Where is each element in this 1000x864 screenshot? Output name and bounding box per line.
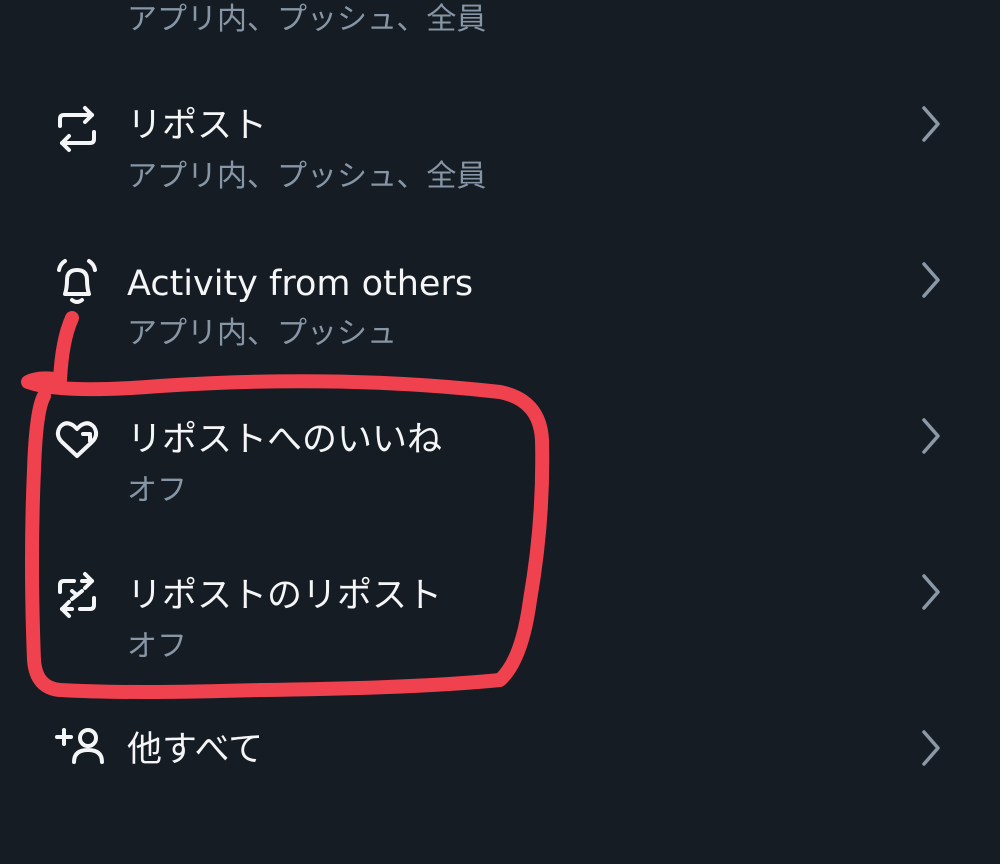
row-subtitle: アプリ内、プッシュ	[127, 316, 397, 351]
chevron-right-icon	[912, 726, 948, 770]
row-subtitle: アプリ内、プッシュ、全員	[127, 159, 487, 194]
row-title: リポスト	[127, 106, 268, 146]
row-subtitle: オフ	[127, 473, 187, 508]
person-plus-icon	[50, 726, 104, 780]
repost-icon	[50, 102, 104, 156]
row-subtitle: オフ	[127, 629, 187, 664]
bell-ringing-icon	[50, 256, 104, 310]
row-title: リポストのリポスト	[127, 576, 443, 616]
heart-repost-icon	[50, 412, 104, 466]
chevron-right-icon	[912, 102, 948, 146]
chevron-right-icon	[912, 258, 948, 302]
chevron-right-icon	[912, 570, 948, 614]
notification-row-reposts-of-reposts[interactable]: リポストのリポスト オフ	[0, 552, 1000, 708]
notification-row-likes-on-reposts[interactable]: リポストへのいいね オフ	[0, 396, 1000, 552]
row-title: 他すべて	[127, 730, 264, 770]
repost-of-repost-icon	[50, 568, 104, 622]
row-title: Activity from others	[127, 264, 474, 304]
notification-row-activity-from-others[interactable]: Activity from others アプリ内、プッシュ	[0, 240, 1000, 396]
row-subtitle: アプリ内、プッシュ、全員	[127, 2, 487, 37]
chevron-right-icon	[912, 414, 948, 458]
notification-row-repost[interactable]: リポスト アプリ内、プッシュ、全員	[0, 84, 1000, 240]
notification-row-all-others[interactable]: 他すべて	[0, 708, 1000, 864]
row-title: リポストへのいいね	[127, 420, 443, 460]
